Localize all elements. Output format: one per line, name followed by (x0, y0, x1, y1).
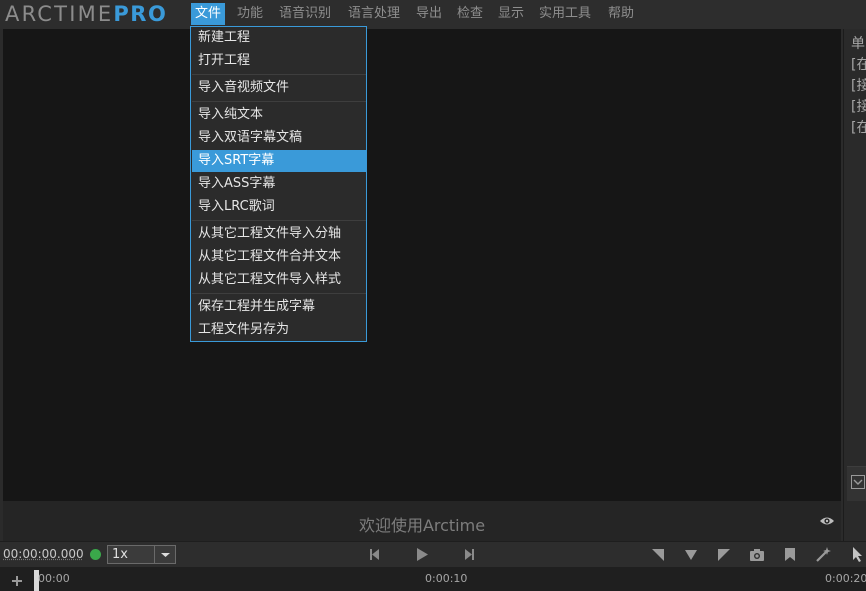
file-menu-dropdown: 新建工程 打开工程 导入音视频文件 导入纯文本 导入双语字幕文稿 导入SRT字幕… (190, 26, 367, 342)
menu-item-merge-text[interactable]: 从其它工程文件合并文本 (192, 246, 366, 268)
timeline-ruler[interactable]: 00:00 0:00:10 0:00:20 (0, 567, 866, 591)
menu-help[interactable]: 帮助 (604, 3, 638, 25)
panel-dropdown-icon[interactable] (851, 475, 865, 489)
subtitle-list-panel: 单 [在 [接 [接 [在 (843, 29, 866, 541)
timeline-tick-label: 0:00:20 (825, 572, 866, 585)
menu-item-import-media[interactable]: 导入音视频文件 (192, 77, 366, 99)
menu-item-save-and-generate[interactable]: 保存工程并生成字幕 (192, 296, 366, 318)
menu-separator (192, 220, 366, 221)
menu-file[interactable]: 文件 (191, 3, 226, 25)
menu-item-import-styles[interactable]: 从其它工程文件导入样式 (192, 269, 366, 291)
add-track-icon[interactable] (11, 575, 23, 587)
magic-wand-icon[interactable] (814, 546, 832, 563)
menu-item-save-as[interactable]: 工程文件另存为 (192, 319, 366, 341)
play-icon[interactable] (413, 546, 431, 563)
timeline-tick-label: 0:00:10 (425, 572, 468, 585)
eye-icon[interactable] (819, 514, 835, 528)
preview-caption-bar: 欢迎使用Arctime (3, 501, 841, 541)
transport-bar: 00:00:00.000 1x (0, 541, 866, 567)
panel-line: [接 (851, 78, 866, 94)
logo-accent: PRO (113, 2, 168, 26)
panel-line: 单 (851, 36, 865, 52)
bookmark-icon[interactable] (781, 546, 799, 563)
menu-check[interactable]: 检查 (453, 3, 487, 25)
next-icon[interactable] (461, 546, 479, 563)
menu-display[interactable]: 显示 (494, 3, 528, 25)
timeline-tick-label: 00:00 (38, 572, 70, 585)
panel-line: [在 (851, 57, 866, 73)
logo-main: ARCTIME (5, 2, 114, 26)
menu-export[interactable]: 导出 (412, 3, 446, 25)
welcome-text: 欢迎使用Arctime (358, 516, 486, 535)
panel-line: [接 (851, 99, 866, 115)
mark-down-icon[interactable] (682, 546, 700, 563)
video-preview[interactable] (3, 29, 841, 501)
playback-speed-select[interactable]: 1x (107, 545, 176, 564)
menu-item-import-lrc[interactable]: 导入LRC歌词 (192, 196, 366, 218)
menu-separator (192, 293, 366, 294)
app-logo: ARCTIMEPRO (5, 1, 167, 28)
status-dot-icon (90, 549, 101, 560)
timecode-display[interactable]: 00:00:00.000 (3, 547, 84, 561)
menu-function[interactable]: 功能 (233, 3, 267, 25)
menu-item-import-plain-text[interactable]: 导入纯文本 (192, 104, 366, 126)
mark-in-icon[interactable] (649, 546, 667, 563)
playback-speed-value: 1x (112, 547, 128, 562)
menu-utilities[interactable]: 实用工具 (535, 3, 595, 25)
menu-item-import-srt[interactable]: 导入SRT字幕 (192, 150, 366, 172)
menu-speech-recognition[interactable]: 语音识别 (275, 3, 335, 25)
menu-item-new-project[interactable]: 新建工程 (192, 27, 366, 49)
pointer-icon[interactable] (849, 546, 866, 563)
menu-item-import-timing[interactable]: 从其它工程文件导入分轴 (192, 223, 366, 245)
previous-icon[interactable] (365, 546, 383, 563)
menu-language-processing[interactable]: 语言处理 (344, 3, 404, 25)
menu-item-import-bilingual-text[interactable]: 导入双语字幕文稿 (192, 127, 366, 149)
menu-separator (192, 74, 366, 75)
menu-item-open-project[interactable]: 打开工程 (192, 50, 366, 72)
menu-separator (192, 101, 366, 102)
panel-line: [在 (851, 120, 866, 136)
menu-item-import-ass[interactable]: 导入ASS字幕 (192, 173, 366, 195)
camera-icon[interactable] (748, 546, 766, 563)
menu-bar: ARCTIMEPRO 文件 功能 语音识别 语言处理 导出 检查 显示 实用工具… (0, 0, 866, 29)
chevron-down-icon[interactable] (154, 546, 175, 563)
mark-out-icon[interactable] (715, 546, 733, 563)
